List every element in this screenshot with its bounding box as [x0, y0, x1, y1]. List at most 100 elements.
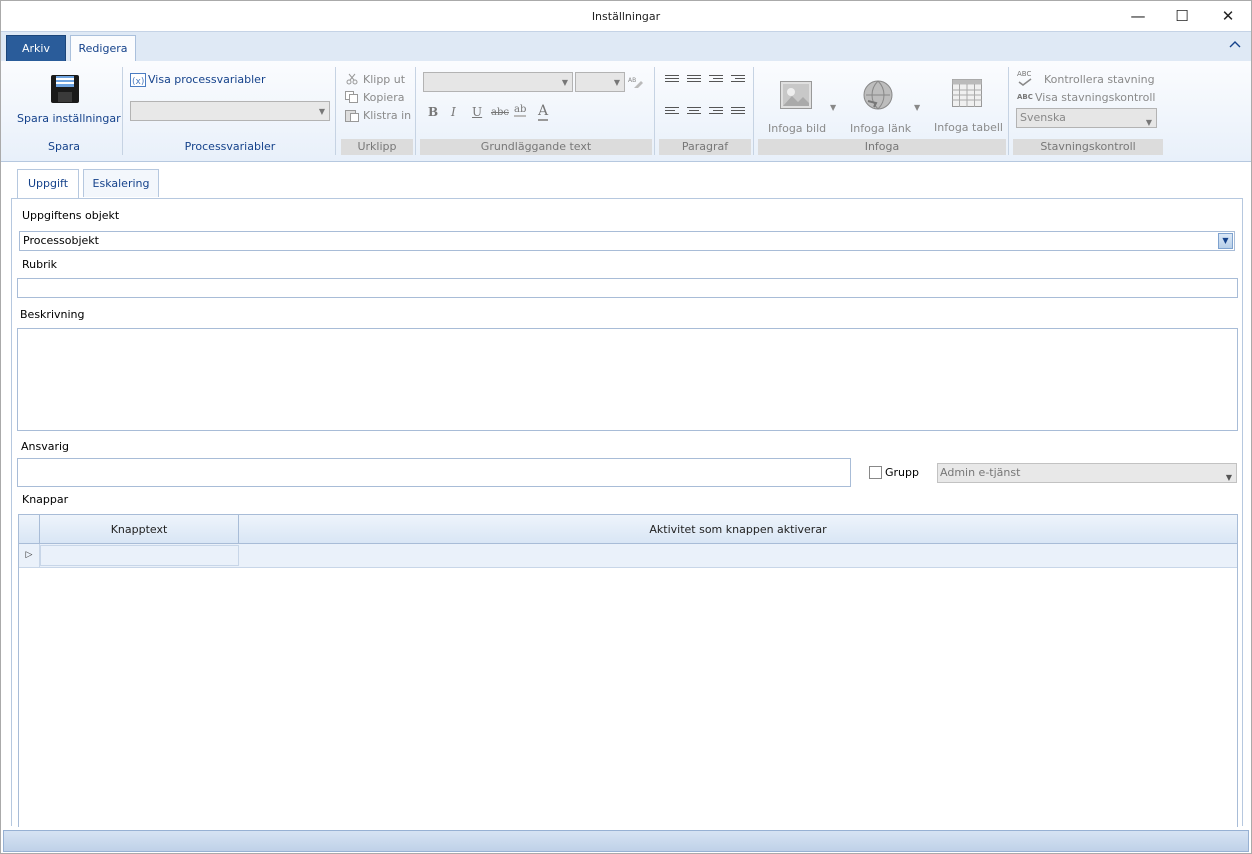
grid-col-knapptext[interactable]: Knapptext: [40, 515, 239, 544]
divider: [122, 67, 123, 155]
font-size-dropdown[interactable]: ▼: [575, 72, 625, 92]
group-label-urklipp: Urklipp: [341, 139, 413, 155]
numbered-list-icon[interactable]: [687, 75, 701, 87]
font-color-button[interactable]: A: [538, 103, 549, 121]
beskrivning-label: Beskrivning: [20, 308, 85, 321]
group-processvariabler: (x) Visa processvariabler ▼ Processvaria…: [127, 65, 333, 157]
rubrik-input[interactable]: [17, 278, 1238, 298]
table-row[interactable]: ▷: [19, 544, 1237, 568]
check-spelling-button[interactable]: Kontrollera stavning: [1044, 73, 1155, 86]
close-button[interactable]: ✕: [1205, 1, 1251, 31]
uppgiftens-objekt-combobox[interactable]: Processobjekt ▼: [19, 231, 1235, 251]
bullet-list-icon[interactable]: [665, 75, 679, 87]
knapptext-cell[interactable]: [40, 545, 239, 566]
group-infoga: ▼ Infoga bild ▼ Infoga länk Infoga tabel…: [758, 65, 1006, 157]
uppgiftens-objekt-value: Processobjekt: [23, 234, 99, 247]
beskrivning-textarea[interactable]: [17, 328, 1238, 431]
divider: [1008, 67, 1009, 155]
align-center-icon[interactable]: [687, 107, 701, 119]
align-right-icon[interactable]: [709, 107, 723, 119]
underline-button[interactable]: U: [472, 105, 482, 119]
rubrik-label: Rubrik: [22, 258, 58, 271]
group-urklipp: Klipp ut Kopiera Klistra in Urklipp: [341, 65, 413, 157]
insert-image-button[interactable]: Infoga bild: [768, 122, 826, 135]
group-stavningskontroll: ABC Kontrollera stavning ABC Visa stavni…: [1013, 65, 1163, 157]
save-icon[interactable]: [49, 73, 81, 108]
language-value: Svenska: [1020, 111, 1066, 124]
ansvarig-label: Ansvarig: [21, 440, 70, 453]
ribbon-tab-strip: Arkiv Redigera: [1, 31, 1251, 62]
title-bar: Inställningar — ☐ ✕: [1, 1, 1251, 31]
group-spara: Spara inställningar Spara: [7, 65, 121, 157]
svg-text:AB: AB: [628, 77, 636, 84]
copy-icon: [345, 91, 359, 106]
grid-header: Knapptext Aktivitet som knappen aktivera…: [19, 515, 1237, 544]
bold-button[interactable]: B: [428, 105, 438, 119]
spellcheck-icon: ABC: [1017, 70, 1033, 86]
group-label-spara: Spara: [48, 140, 80, 153]
show-process-variables-button[interactable]: Visa processvariabler: [148, 73, 265, 86]
image-icon[interactable]: [780, 81, 812, 112]
show-spellcheck-button[interactable]: Visa stavningskontroll: [1035, 91, 1155, 104]
divider: [415, 67, 416, 155]
uppgift-panel: Uppgiftens objekt Processobjekt ▼ Rubrik…: [11, 198, 1243, 827]
status-bar: [3, 830, 1249, 852]
chevron-down-icon[interactable]: ▼: [914, 103, 920, 112]
knappar-label: Knappar: [22, 493, 69, 506]
paste-icon: [345, 109, 359, 125]
abc-icon: ABC: [1017, 93, 1033, 101]
paste-button[interactable]: Klistra in: [363, 109, 411, 122]
align-left-icon[interactable]: [665, 107, 679, 119]
grupp-checkbox[interactable]: [869, 466, 882, 479]
chevron-down-icon[interactable]: ▼: [830, 103, 836, 112]
insert-table-button[interactable]: Infoga tabell: [934, 121, 1003, 134]
indent-icon[interactable]: [731, 75, 745, 87]
group-label-stavning: Stavningskontroll: [1013, 139, 1163, 155]
grid-corner: [19, 515, 40, 544]
chevron-up-icon[interactable]: [1229, 40, 1241, 51]
knappar-grid: Knapptext Aktivitet som knappen aktivera…: [18, 514, 1238, 827]
clear-format-icon[interactable]: AB: [628, 74, 644, 93]
chevron-down-icon: ▼: [1225, 473, 1232, 482]
content-area: Uppgift Eskalering Uppgiftens objekt Pro…: [3, 163, 1249, 827]
ribbon: Spara inställningar Spara (x) Visa proce…: [1, 61, 1251, 162]
highlight-button[interactable]: ab: [514, 104, 527, 117]
process-variable-dropdown[interactable]: ▼: [130, 101, 330, 121]
chevron-down-icon: ▼: [613, 78, 620, 87]
chevron-down-icon[interactable]: ▼: [1218, 233, 1233, 249]
chevron-down-icon: ▼: [318, 107, 325, 116]
scissors-icon: [346, 73, 358, 88]
save-settings-button[interactable]: Spara inställningar: [17, 112, 121, 125]
group-label-paragraf: Paragraf: [659, 139, 751, 155]
tab-redigera[interactable]: Redigera: [70, 35, 136, 62]
minimize-button[interactable]: —: [1115, 1, 1161, 31]
maximize-button[interactable]: ☐: [1159, 1, 1205, 31]
table-icon[interactable]: [952, 79, 982, 110]
grupp-label: Grupp: [885, 466, 919, 479]
font-family-dropdown[interactable]: ▼: [423, 72, 573, 92]
outdent-icon[interactable]: [709, 75, 723, 87]
divider: [753, 67, 754, 155]
language-dropdown[interactable]: Svenska ▼: [1016, 108, 1157, 128]
ansvarig-input[interactable]: [17, 458, 851, 487]
uppgiftens-objekt-label: Uppgiftens objekt: [22, 209, 120, 222]
group-label-infoga: Infoga: [758, 139, 1006, 155]
row-indicator-icon: ▷: [19, 544, 40, 567]
globe-link-icon[interactable]: [862, 79, 894, 114]
tab-eskalering[interactable]: Eskalering: [83, 169, 159, 197]
window-title: Inställningar: [591, 10, 661, 23]
tab-arkiv[interactable]: Arkiv: [6, 35, 66, 62]
italic-button[interactable]: I: [451, 105, 456, 119]
grupp-dropdown[interactable]: Admin e-tjänst ▼: [937, 463, 1237, 483]
strikethrough-button[interactable]: abc: [491, 107, 509, 118]
tab-uppgift[interactable]: Uppgift: [17, 169, 79, 198]
insert-link-button[interactable]: Infoga länk: [850, 122, 911, 135]
cut-button[interactable]: Klipp ut: [363, 73, 405, 86]
chevron-down-icon: ▼: [561, 78, 568, 87]
group-label-grundlaggande: Grundläggande text: [420, 139, 652, 155]
group-grundlaggande-text: ▼ ▼ AB B I U abc ab A Grundläggande text: [420, 65, 652, 157]
settings-window: Inställningar — ☐ ✕ Arkiv Redigera Spara…: [0, 0, 1252, 854]
justify-icon[interactable]: [731, 107, 745, 119]
grid-col-aktivitet[interactable]: Aktivitet som knappen aktiverar: [239, 515, 1237, 544]
copy-button[interactable]: Kopiera: [363, 91, 404, 104]
